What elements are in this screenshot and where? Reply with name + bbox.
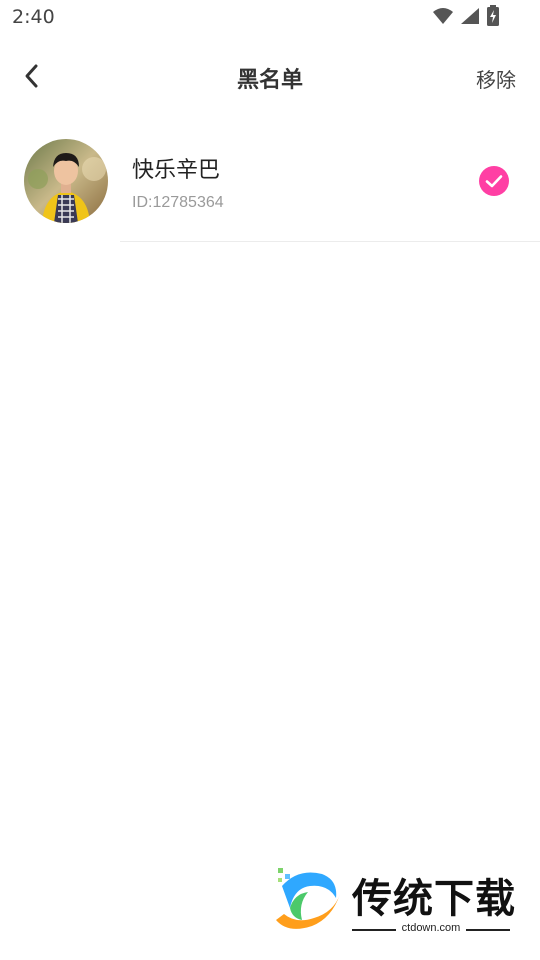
user-avatar — [24, 139, 108, 223]
back-button[interactable] — [22, 60, 62, 96]
status-time: 2:40 — [12, 6, 55, 28]
blacklist-item[interactable]: 快乐辛巴 ID:12785364 — [0, 124, 540, 242]
user-name: 快乐辛巴 — [132, 158, 221, 183]
watermark-line-right — [466, 929, 510, 931]
signal-icon — [460, 7, 480, 29]
chevron-left-icon — [22, 63, 42, 93]
watermark: 传统下载 ctdown.com — [268, 862, 518, 938]
watermark-domain: ctdown.com — [401, 922, 461, 934]
remove-button[interactable]: 移除 — [476, 64, 516, 93]
divider — [120, 241, 540, 242]
wifi-icon — [432, 7, 454, 29]
checkmark-circle-icon — [478, 166, 510, 201]
ctdown-logo-icon — [268, 864, 342, 938]
user-id: ID:12785364 — [132, 194, 224, 211]
selected-checkbox[interactable] — [478, 165, 510, 197]
status-icons — [432, 5, 500, 31]
watermark-name: 传统下载 — [352, 876, 516, 922]
status-bar: 2:40 — [0, 0, 540, 36]
top-app-bar: 黑名单 移除 — [0, 46, 540, 110]
page-title: 黑名单 — [236, 68, 303, 93]
battery-charging-icon — [486, 5, 500, 31]
